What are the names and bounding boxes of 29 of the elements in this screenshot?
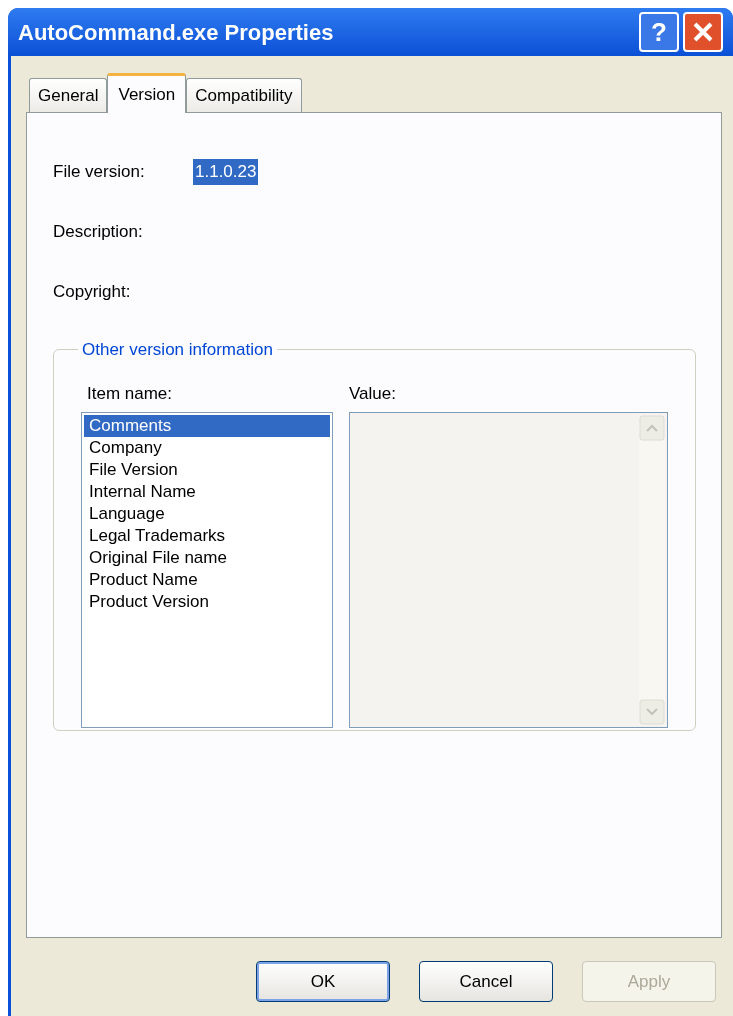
field-value: 1.1.0.23: [193, 159, 259, 185]
dialog-button[interactable]: Cancel: [419, 961, 553, 1002]
list-item[interactable]: Internal Name: [84, 481, 330, 503]
field-label: Description:: [53, 221, 144, 244]
group-title: Other version information: [81, 339, 274, 361]
value-label: Value:: [349, 382, 397, 405]
close-icon: [692, 21, 714, 43]
list-item[interactable]: Original File name: [84, 547, 330, 569]
field-label: Copyright:: [53, 281, 132, 304]
list-item[interactable]: Comments: [84, 415, 330, 437]
window-title: AutoCommand.exe Properties: [18, 18, 335, 47]
scroll-up-icon[interactable]: [639, 415, 665, 441]
help-button[interactable]: ?: [639, 12, 679, 52]
scrollbar[interactable]: [639, 415, 665, 725]
list-item[interactable]: File Version: [84, 459, 330, 481]
item-name-label: Item name:: [87, 382, 174, 405]
dialog-button[interactable]: OK: [256, 961, 390, 1002]
list-item[interactable]: Company: [84, 437, 330, 459]
scroll-down-icon[interactable]: [639, 699, 665, 725]
list-item[interactable]: Product Name: [84, 569, 330, 591]
tab[interactable]: Compatibility: [186, 78, 302, 112]
field-label: File version:: [53, 161, 146, 184]
item-list[interactable]: Comments Company File Version Internal Name Language Legal Trademarks Original File name Product Name Product Version: [81, 412, 333, 728]
close-button[interactable]: [683, 12, 723, 52]
list-item[interactable]: Product Version: [84, 591, 330, 613]
tab[interactable]: Version: [107, 73, 187, 113]
tab[interactable]: General: [29, 78, 108, 112]
list-item[interactable]: Legal Trademarks: [84, 525, 330, 547]
list-item[interactable]: Language: [84, 503, 330, 525]
